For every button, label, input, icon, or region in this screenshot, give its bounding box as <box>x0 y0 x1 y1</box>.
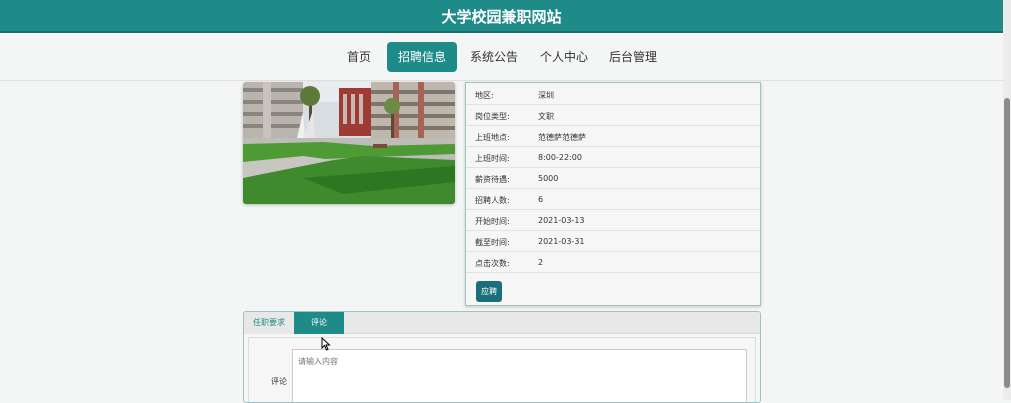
detail-tabs-panel: 任职要求 评论 评论 <box>243 311 761 403</box>
tab-requirements[interactable]: 任职要求 <box>244 312 294 334</box>
tab-comments[interactable]: 评论 <box>294 312 344 334</box>
info-row-region: 地区: 深圳 <box>466 84 760 105</box>
field-label: 截至时间: <box>475 238 510 247</box>
mouse-pointer-icon <box>321 336 331 355</box>
field-value: 2021-03-31 <box>538 237 585 246</box>
info-row-work-location: 上班地点: 范德萨范德萨 <box>466 126 760 147</box>
field-label: 岗位类型: <box>475 112 510 121</box>
field-value: 6 <box>538 195 544 204</box>
job-image <box>243 82 455 204</box>
apply-button[interactable]: 应聘 <box>476 281 502 302</box>
campus-photo <box>243 82 455 204</box>
info-row-salary: 薪资待遇: 5000 <box>466 168 760 189</box>
comment-label: 评论 <box>271 377 287 386</box>
field-label: 地区: <box>475 91 494 100</box>
field-label: 上班地点: <box>475 133 510 142</box>
field-value: 2 <box>538 258 544 267</box>
main-nav: 首页 招聘信息 系统公告 个人中心 后台管理 <box>0 35 1003 81</box>
job-info-card: 地区: 深圳 岗位类型: 文职 上班地点: 范德萨范德萨 上班时间: 8:00-… <box>465 82 761 306</box>
info-row-headcount: 招聘人数: 6 <box>466 189 760 210</box>
field-value: 深圳 <box>538 91 554 100</box>
field-value: 范德萨范德萨 <box>538 133 586 142</box>
field-value: 2021-03-13 <box>538 216 585 225</box>
nav-item-jobs[interactable]: 招聘信息 <box>387 42 457 72</box>
page-scrollbar[interactable] <box>1003 0 1011 400</box>
scrollbar-thumb[interactable] <box>1004 98 1010 388</box>
nav-item-announcements[interactable]: 系统公告 <box>465 42 523 72</box>
nav-item-home[interactable]: 首页 <box>336 42 382 72</box>
field-value: 文职 <box>538 112 554 121</box>
info-row-click-count: 点击次数: 2 <box>466 252 760 273</box>
field-value: 8:00-22:00 <box>538 153 582 162</box>
field-value: 5000 <box>538 174 559 183</box>
field-label: 招聘人数: <box>475 196 510 205</box>
info-row-end-date: 截至时间: 2021-03-31 <box>466 231 760 252</box>
field-label: 上班时间: <box>475 154 510 163</box>
nav-item-admin[interactable]: 后台管理 <box>604 42 662 72</box>
tab-bar: 任职要求 评论 <box>244 312 760 334</box>
site-header: 大学校园兼职网站 <box>0 0 1003 33</box>
field-label: 点击次数: <box>475 259 510 268</box>
site-title: 大学校园兼职网站 <box>441 8 562 26</box>
comment-input[interactable] <box>292 349 747 402</box>
field-label: 开始时间: <box>475 217 510 226</box>
info-row-start-date: 开始时间: 2021-03-13 <box>466 210 760 231</box>
info-row-job-type: 岗位类型: 文职 <box>466 105 760 126</box>
field-label: 薪资待遇: <box>475 175 510 184</box>
info-row-work-hours: 上班时间: 8:00-22:00 <box>466 147 760 168</box>
nav-item-personal-center[interactable]: 个人中心 <box>535 42 593 72</box>
